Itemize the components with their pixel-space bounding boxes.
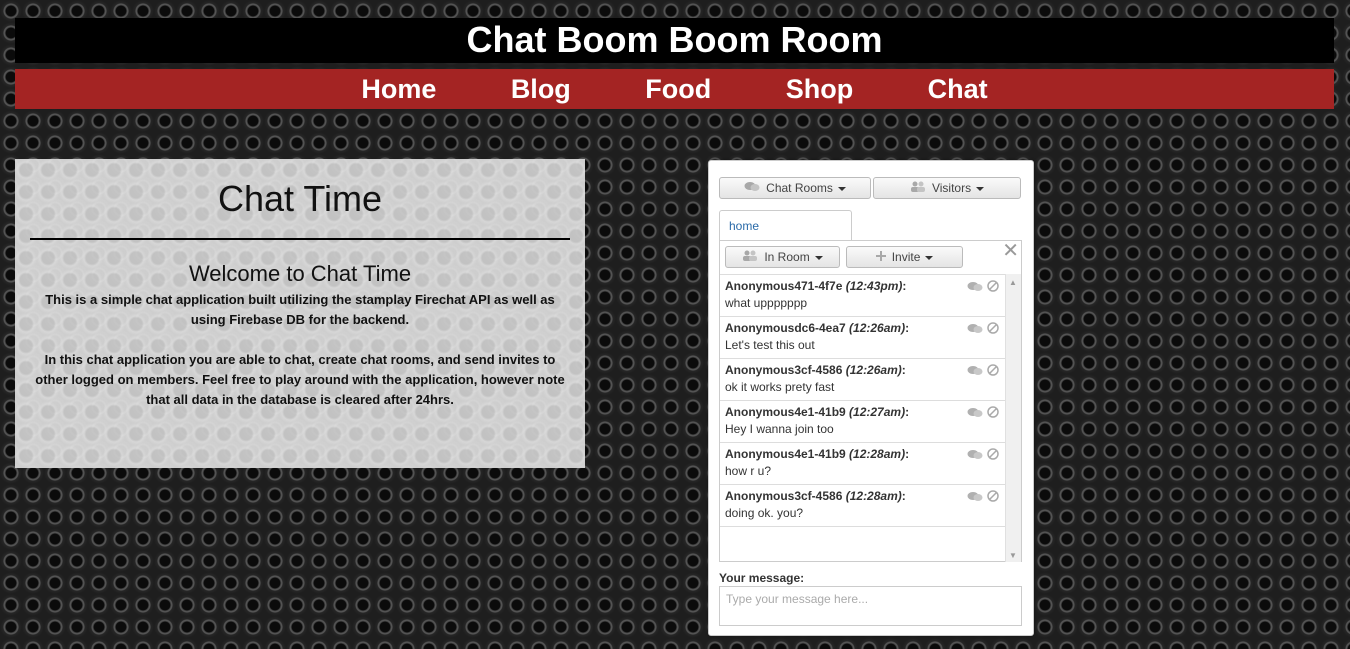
- message-text: how r u?: [725, 464, 772, 478]
- chevron-down-icon: [976, 186, 985, 191]
- site-header: Chat Boom Boom Room: [15, 18, 1334, 63]
- close-icon[interactable]: ✕: [1002, 241, 1019, 261]
- message-user[interactable]: Anonymous3cf-4586: [725, 363, 842, 377]
- message-user[interactable]: Anonymous4e1-41b9: [725, 405, 846, 419]
- message-actions: [963, 364, 999, 379]
- in-room-button[interactable]: In Room: [725, 246, 840, 268]
- invite-button[interactable]: Invite: [846, 246, 963, 268]
- block-icon[interactable]: [987, 322, 999, 337]
- mute-icon[interactable]: [967, 323, 983, 337]
- mute-icon[interactable]: [967, 281, 983, 295]
- plus-icon: [875, 251, 889, 264]
- message-text: what uppppppp: [725, 296, 808, 310]
- chat-widget: Chat Rooms Visitors home In Room Invite …: [708, 160, 1034, 636]
- intro-paragraph: This is a simple chat application built …: [45, 292, 555, 327]
- message-header: Anonymous3cf-4586 (12:26am):: [725, 363, 906, 377]
- message-text: doing ok. you?: [725, 506, 804, 520]
- features-paragraph: In this chat application you are able to…: [35, 352, 565, 407]
- message-actions: [963, 406, 999, 421]
- message-item: Anonymous3cf-4586 (12:28am): doing ok. yo…: [720, 485, 1005, 527]
- message-item: Anonymous471-4f7e (12:43pm): what upppppp…: [720, 275, 1005, 317]
- message-header: Anonymousdc6-4ea7 (12:26am):: [725, 321, 910, 335]
- message-header: Anonymous3cf-4586 (12:28am):: [725, 489, 906, 503]
- divider: [30, 238, 570, 240]
- message-actions: [963, 322, 999, 337]
- message-input[interactable]: [719, 586, 1022, 626]
- message-time: (12:27am): [849, 405, 906, 419]
- chevron-down-icon: [814, 255, 823, 260]
- page-title: Chat Time: [217, 178, 383, 219]
- nav-home[interactable]: Home: [361, 69, 436, 109]
- chat-bubbles-icon: [744, 182, 763, 195]
- users-icon: [910, 181, 929, 195]
- message-header: Anonymous4e1-41b9 (12:27am):: [725, 405, 910, 419]
- message-text: ok it works prety fast: [725, 380, 835, 394]
- users-icon: [742, 250, 761, 264]
- message-item: Anonymous4e1-41b9 (12:27am): Hey I wanna …: [720, 401, 1005, 443]
- block-icon[interactable]: [987, 406, 999, 421]
- block-icon[interactable]: [987, 448, 999, 463]
- chevron-down-icon: [925, 255, 934, 260]
- welcome-heading: Welcome to Chat Time: [188, 261, 412, 286]
- nav-blog[interactable]: Blog: [511, 69, 571, 109]
- visitors-button[interactable]: Visitors: [873, 177, 1021, 199]
- chat-rooms-button[interactable]: Chat Rooms: [719, 177, 871, 199]
- block-icon[interactable]: [987, 364, 999, 379]
- nav-food[interactable]: Food: [645, 69, 711, 109]
- chat-room: In Room Invite ✕ Anonymous471-4f7e (12:4…: [719, 240, 1022, 562]
- message-actions: [963, 490, 999, 505]
- invite-label: Invite: [891, 250, 921, 264]
- message-header: Anonymous471-4f7e (12:43pm):: [725, 279, 907, 293]
- block-icon[interactable]: [987, 490, 999, 505]
- message-time: (12:26am): [845, 363, 902, 377]
- mute-icon[interactable]: [967, 407, 983, 421]
- message-header: Anonymous4e1-41b9 (12:28am):: [725, 447, 910, 461]
- in-room-label: In Room: [764, 250, 810, 264]
- tab-home[interactable]: home: [719, 210, 852, 240]
- scroll-up-icon[interactable]: ▲: [1009, 278, 1017, 287]
- message-time: (12:28am): [849, 447, 906, 461]
- message-time: (12:43pm): [845, 279, 903, 293]
- message-actions: [963, 280, 999, 295]
- message-text: Let's test this out: [725, 338, 815, 352]
- message-text: Hey I wanna join too: [725, 422, 834, 436]
- nav-shop[interactable]: Shop: [786, 69, 854, 109]
- scroll-down-icon[interactable]: ▼: [1009, 551, 1017, 560]
- info-panel: Chat Time Welcome to Chat Time This is a…: [15, 159, 585, 468]
- chat-rooms-label: Chat Rooms: [766, 181, 833, 195]
- message-user[interactable]: Anonymous4e1-41b9: [725, 447, 846, 461]
- nav-chat[interactable]: Chat: [928, 69, 988, 109]
- message-label: Your message:: [719, 571, 805, 585]
- message-item: Anonymousdc6-4ea7 (12:26am): Let's test t…: [720, 317, 1005, 359]
- mute-icon[interactable]: [967, 365, 983, 379]
- message-item: Anonymous4e1-41b9 (12:28am): how r u?: [720, 443, 1005, 485]
- main-nav: Home Blog Food Shop Chat: [15, 69, 1334, 109]
- mute-icon[interactable]: [967, 449, 983, 463]
- chevron-down-icon: [837, 186, 846, 191]
- message-user[interactable]: Anonymous471-4f7e: [725, 279, 842, 293]
- message-list[interactable]: Anonymous471-4f7e (12:43pm): what upppppp…: [720, 274, 1005, 563]
- message-actions: [963, 448, 999, 463]
- message-user[interactable]: Anonymousdc6-4ea7: [725, 321, 846, 335]
- block-icon[interactable]: [987, 280, 999, 295]
- message-time: (12:26am): [849, 321, 906, 335]
- message-time: (12:28am): [845, 489, 902, 503]
- visitors-label: Visitors: [931, 181, 972, 195]
- message-item: Anonymous3cf-4586 (12:26am): ok it works …: [720, 359, 1005, 401]
- mute-icon[interactable]: [967, 491, 983, 505]
- message-user[interactable]: Anonymous3cf-4586: [725, 489, 842, 503]
- scrollbar[interactable]: ▲ ▼: [1005, 274, 1021, 562]
- site-title: Chat Boom Boom Room: [466, 19, 883, 60]
